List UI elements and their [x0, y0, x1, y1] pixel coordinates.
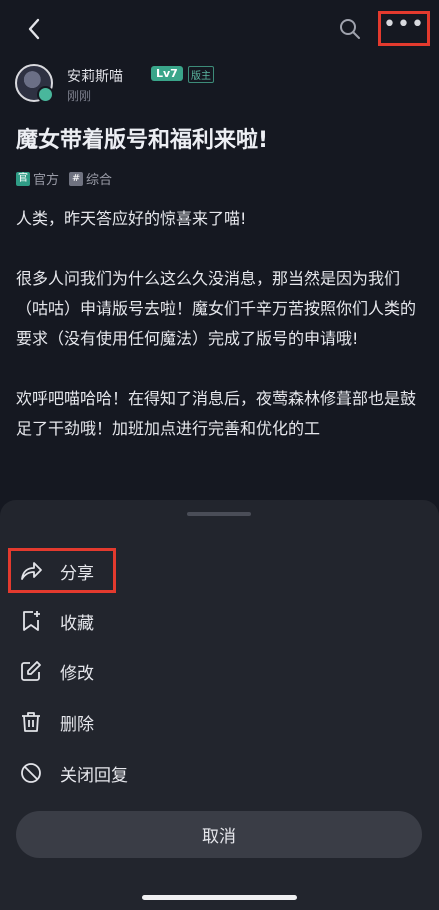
verified-icon	[37, 86, 54, 103]
edit-label: 修改	[60, 663, 94, 684]
drag-handle[interactable]	[187, 512, 251, 516]
tag-label: 官方	[33, 173, 60, 188]
chevron-left-icon	[28, 18, 40, 40]
top-bar: •••	[0, 0, 439, 58]
delete-option[interactable]: 删除	[18, 707, 318, 737]
share-option[interactable]: 分享	[18, 556, 318, 586]
post-body: 人类，昨天答应好的惊喜来了喵! 很多人问我们为什么这么久没消息，那当然是因为我们…	[16, 204, 424, 474]
more-icon: •••	[383, 11, 425, 37]
hash-icon: #	[69, 171, 84, 186]
close-reply-label: 关闭回复	[60, 765, 128, 786]
tag-label: 综合	[86, 173, 113, 188]
action-sheet: 分享 收藏 修改 删除 关闭回复 取消	[0, 500, 439, 910]
share-icon	[18, 558, 44, 584]
more-options-button[interactable]: •••	[378, 11, 430, 46]
level-badge: Lv7	[151, 66, 183, 81]
paragraph: 人类，昨天答应好的惊喜来了喵!	[16, 209, 247, 228]
home-indicator	[142, 895, 297, 900]
post-time: 刚刚	[67, 89, 92, 103]
official-icon: 官	[16, 171, 30, 186]
paragraph: 很多人问我们为什么这么久没消息，那当然是因为我们（咕咕）申请版号去啦！魔女们千辛…	[16, 269, 417, 348]
back-button[interactable]	[22, 16, 48, 42]
edit-icon	[18, 658, 44, 684]
tag-official[interactable]: 官 官方	[16, 169, 59, 188]
post-tags: 官 官方 # 综合	[16, 169, 112, 188]
author-name[interactable]: 安莉斯喵	[67, 66, 123, 86]
paragraph: 欢呼吧喵哈哈！在得知了消息后，夜莺森林修葺部也是鼓足了干劲哦！加班加点进行完善和…	[16, 389, 417, 438]
post-title: 魔女带着版号和福利来啦!	[16, 128, 269, 153]
author-info: 安莉斯喵 Lv7 版主 刚刚	[15, 62, 435, 108]
tag-general[interactable]: # 综合	[69, 169, 112, 188]
bookmark-add-icon	[18, 608, 44, 634]
share-label: 分享	[60, 563, 94, 584]
close-reply-option[interactable]: 关闭回复	[18, 758, 318, 788]
search-button[interactable]	[338, 17, 362, 41]
block-icon	[18, 760, 44, 786]
delete-label: 删除	[60, 714, 94, 735]
bookmark-option[interactable]: 收藏	[18, 606, 318, 636]
search-icon	[340, 19, 360, 39]
role-badge: 版主	[188, 66, 214, 83]
edit-option[interactable]: 修改	[18, 656, 318, 686]
bookmark-label: 收藏	[60, 613, 94, 634]
avatar[interactable]	[15, 64, 54, 103]
cancel-button[interactable]: 取消	[16, 811, 422, 858]
trash-icon	[18, 709, 44, 735]
